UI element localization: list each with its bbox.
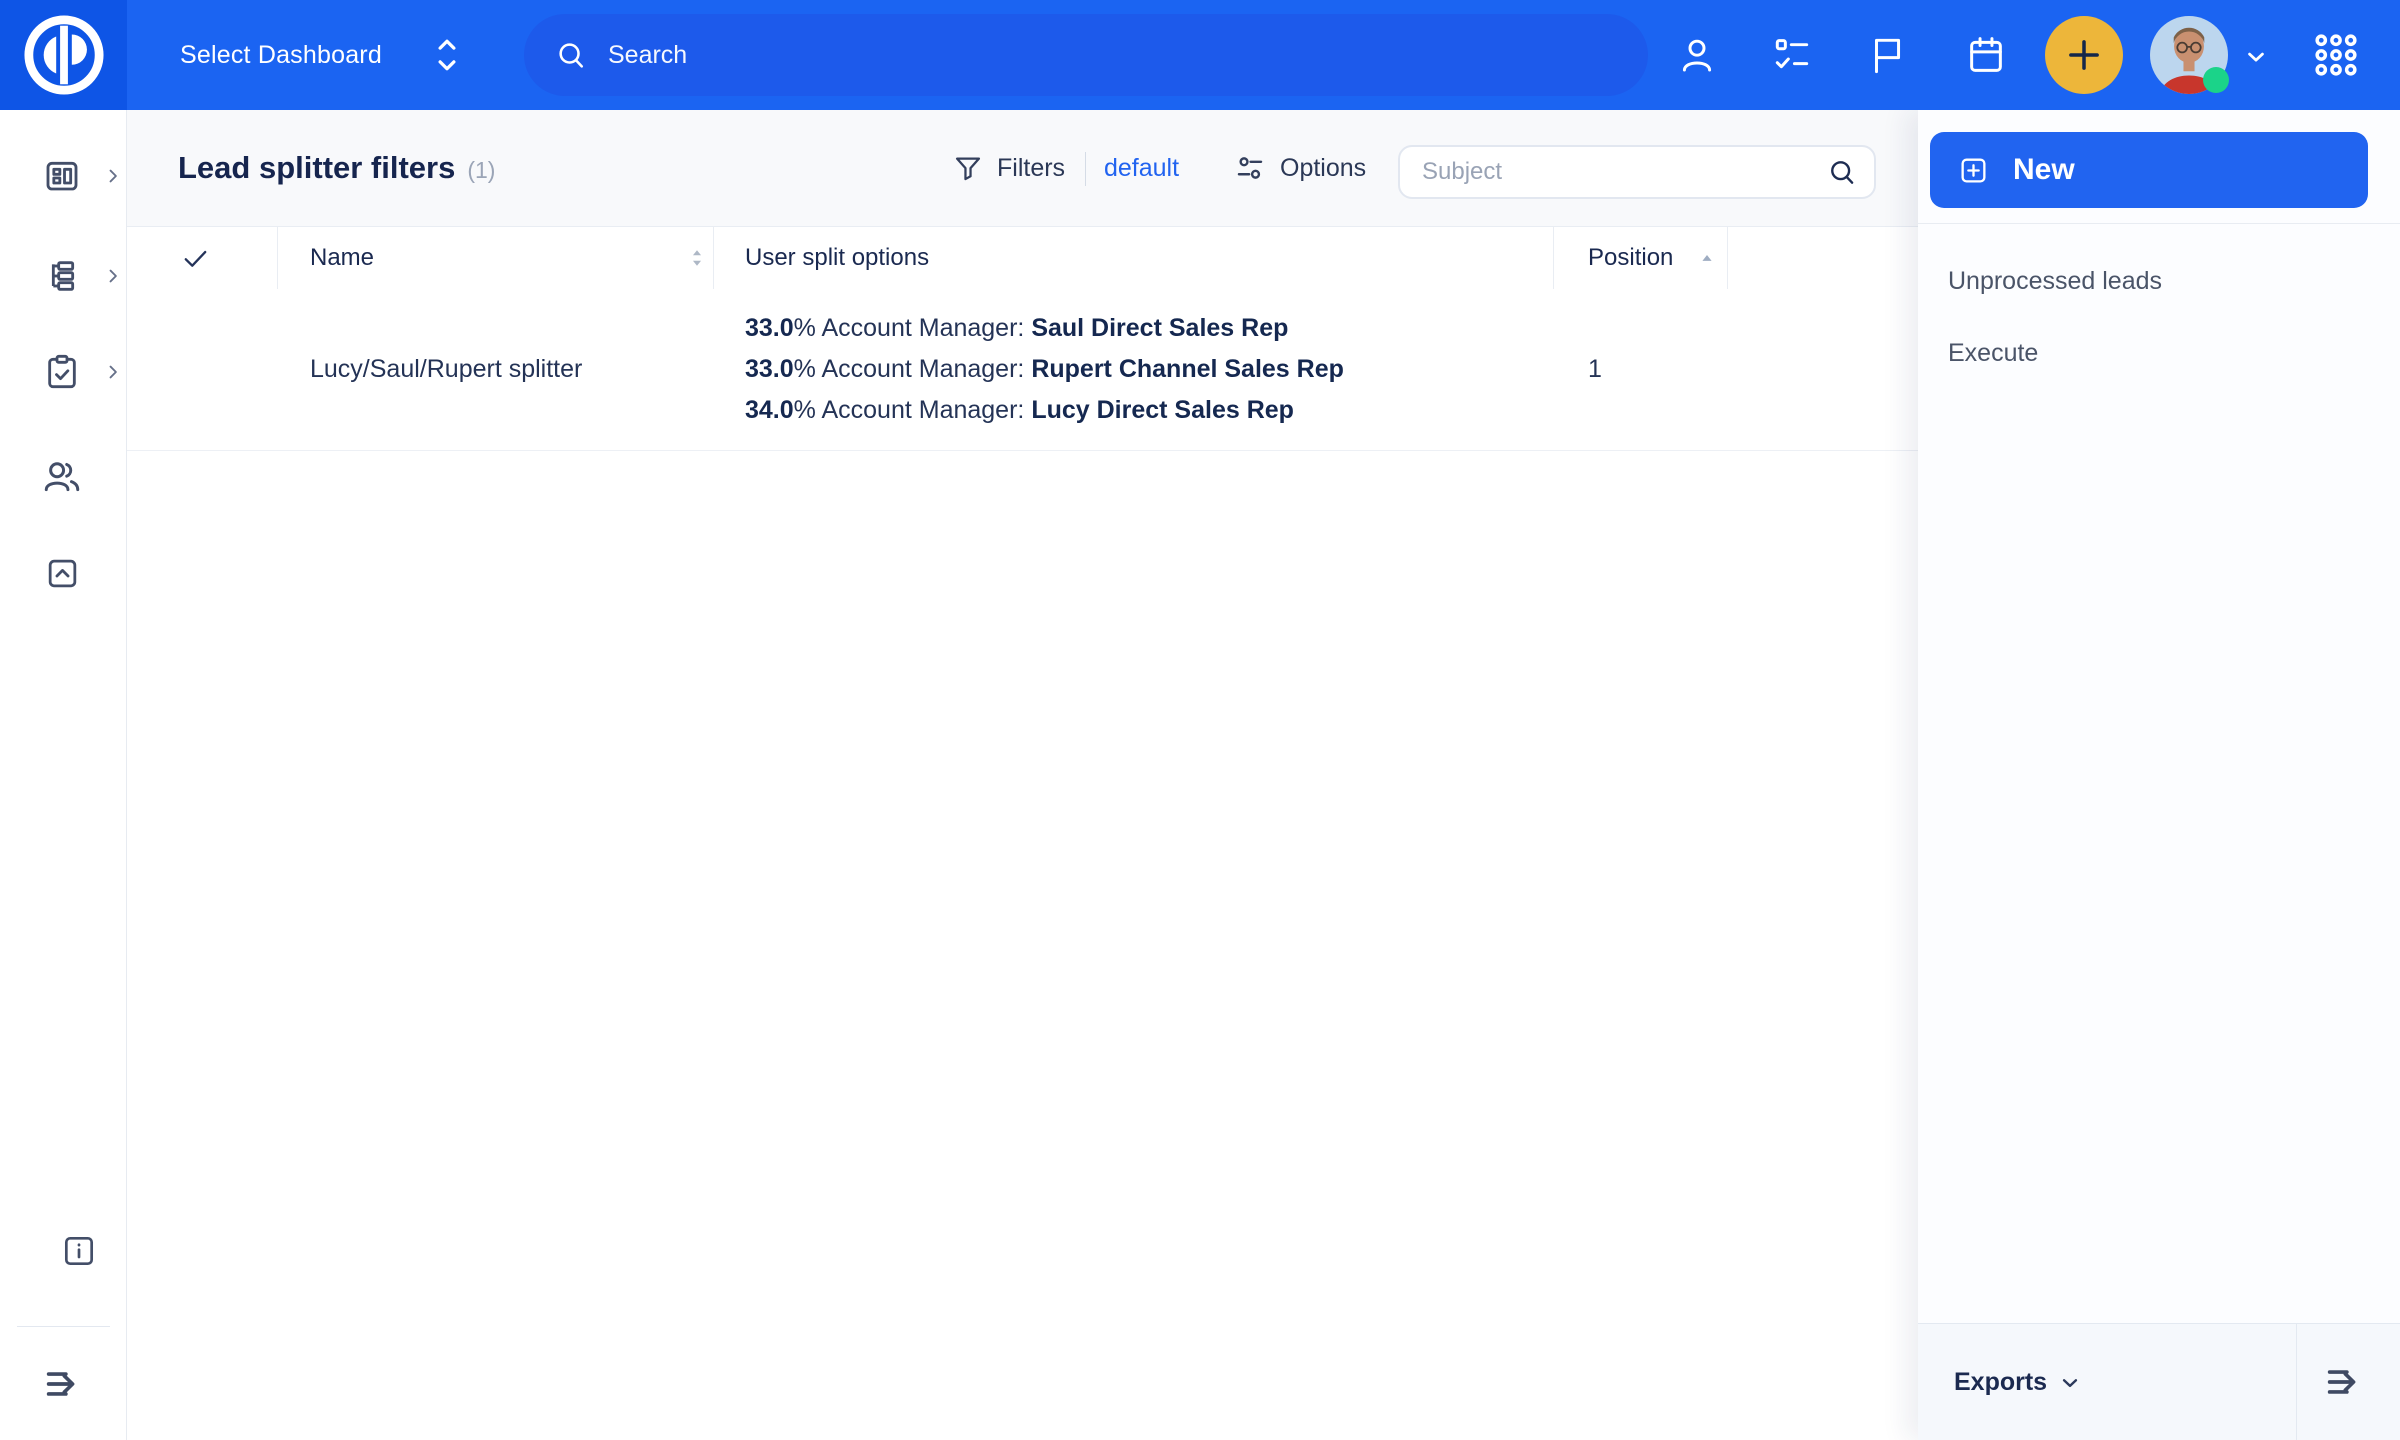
top-bar: Select Dashboard [0,0,2400,110]
dashboard-selector[interactable]: Select Dashboard [180,0,462,110]
sidebar-item-import[interactable] [44,555,81,592]
chevron-right-icon[interactable] [103,362,123,382]
apps-grid-icon [2310,29,2362,81]
expand-arrow-icon [2321,1359,2367,1405]
page-title-text: Lead splitter filters [178,150,455,186]
row-position: 1 [1588,355,1602,384]
dashboard-selector-label: Select Dashboard [180,41,382,70]
collapse-panel-button[interactable] [2321,1359,2367,1405]
plus-square-icon [1958,155,1989,186]
column-header-name[interactable]: Name [310,227,374,289]
column-header-split-options-label: User split options [745,244,929,272]
result-count: (1) [467,153,495,184]
hierarchy-icon [42,256,82,296]
filters-button[interactable]: Filters [952,110,1065,226]
panel-item-execute[interactable]: Execute [1948,327,2038,379]
unfold-chevrons-icon [432,32,462,78]
left-sidebar [0,110,127,1440]
subject-search-input[interactable] [1420,157,1816,187]
info-button[interactable] [60,1232,98,1270]
panel-item-label: Execute [1948,339,2038,368]
tasks-icon [1771,34,1813,76]
exports-button[interactable]: Exports [1954,1324,2083,1440]
search-icon[interactable] [1826,156,1858,188]
calendar-icon [1965,34,2007,76]
select-all-check-icon[interactable] [180,243,211,274]
divider [17,1326,110,1327]
sidebar-item-forms[interactable] [42,352,82,392]
quick-add-button[interactable] [2045,16,2123,94]
clipboard-check-icon [42,352,82,392]
row-split-options-cell: 33.0% Account Manager: Saul Direct Sales… [745,289,1344,450]
apps-menu-button[interactable] [2310,29,2362,81]
chevron-right-icon[interactable] [103,166,123,186]
divider [713,227,714,289]
sort-updown-icon[interactable] [686,247,708,269]
chevron-right-icon[interactable] [103,266,123,286]
search-icon [554,38,588,72]
funnel-icon [952,152,984,184]
column-header-name-label: Name [310,244,374,272]
sidebar-item-pipelines[interactable] [42,256,82,296]
row-position-cell: 1 [1588,289,1602,450]
home-logo-button[interactable] [0,0,127,110]
online-status-dot [2203,67,2229,93]
filters-label: Filters [997,154,1065,183]
active-filter-value: default [1104,154,1179,183]
row-name-cell: Lucy/Saul/Rupert splitter [310,289,582,450]
global-search [524,14,1648,96]
panel-up-icon [44,555,81,592]
options-button[interactable]: Options [1233,110,1366,226]
exports-label: Exports [1954,1368,2047,1397]
contacts-button[interactable] [1675,33,1719,77]
onepagecrm-logo-icon [23,14,105,96]
table-header-row: Name User split options Position [127,226,1918,290]
divider [2296,1324,2297,1440]
flag-icon [1866,34,1908,76]
chevron-down-icon [2057,1370,2083,1396]
column-header-position-label: Position [1588,244,1673,272]
panel-footer: Exports [1918,1323,2400,1440]
divider [1727,227,1728,289]
split-option-line: 33.0% Account Manager: Saul Direct Sales… [745,308,1344,349]
column-header-split-options[interactable]: User split options [745,227,929,289]
right-action-panel: New Unprocessed leads Execute Exports [1918,110,2400,1440]
divider [1918,223,2400,224]
person-icon [1676,34,1718,76]
column-header-position[interactable]: Position [1588,227,1673,289]
sliders-icon [1233,151,1267,185]
split-option-line: 33.0% Account Manager: Rupert Channel Sa… [745,349,1344,390]
active-filter-link[interactable]: default [1104,110,1179,226]
new-button-label: New [2013,153,2075,187]
app-window: Select Dashboard [0,0,2400,1440]
expand-arrow-icon [40,1361,86,1407]
contacts-icon [41,455,83,497]
divider [277,227,278,289]
split-option-line: 34.0% Account Manager: Lucy Direct Sales… [745,390,1344,431]
page-title: Lead splitter filters (1) [178,110,495,226]
divider [1085,152,1086,186]
plus-icon [2063,34,2105,76]
row-name: Lucy/Saul/Rupert splitter [310,355,582,384]
flag-button[interactable] [1865,33,1909,77]
sidebar-item-contacts[interactable] [41,455,83,497]
panel-item-label: Unprocessed leads [1948,267,2162,296]
table-row[interactable]: Lucy/Saul/Rupert splitter 33.0% Account … [127,289,1918,451]
calendar-button[interactable] [1964,33,2008,77]
panel-item-unprocessed-leads[interactable]: Unprocessed leads [1948,255,2162,307]
divider [1553,227,1554,289]
sort-up-icon[interactable] [1697,250,1717,270]
dashboard-icon [42,156,82,196]
options-label: Options [1280,154,1366,183]
new-button[interactable]: New [1930,132,2368,208]
subject-search [1398,145,1876,199]
profile-menu-chevron-icon[interactable] [2242,43,2270,71]
expand-sidebar-button[interactable] [40,1361,86,1407]
search-input[interactable] [606,40,1618,71]
tasks-button[interactable] [1770,33,1814,77]
info-icon [60,1232,98,1270]
sidebar-item-dashboards[interactable] [42,156,82,196]
